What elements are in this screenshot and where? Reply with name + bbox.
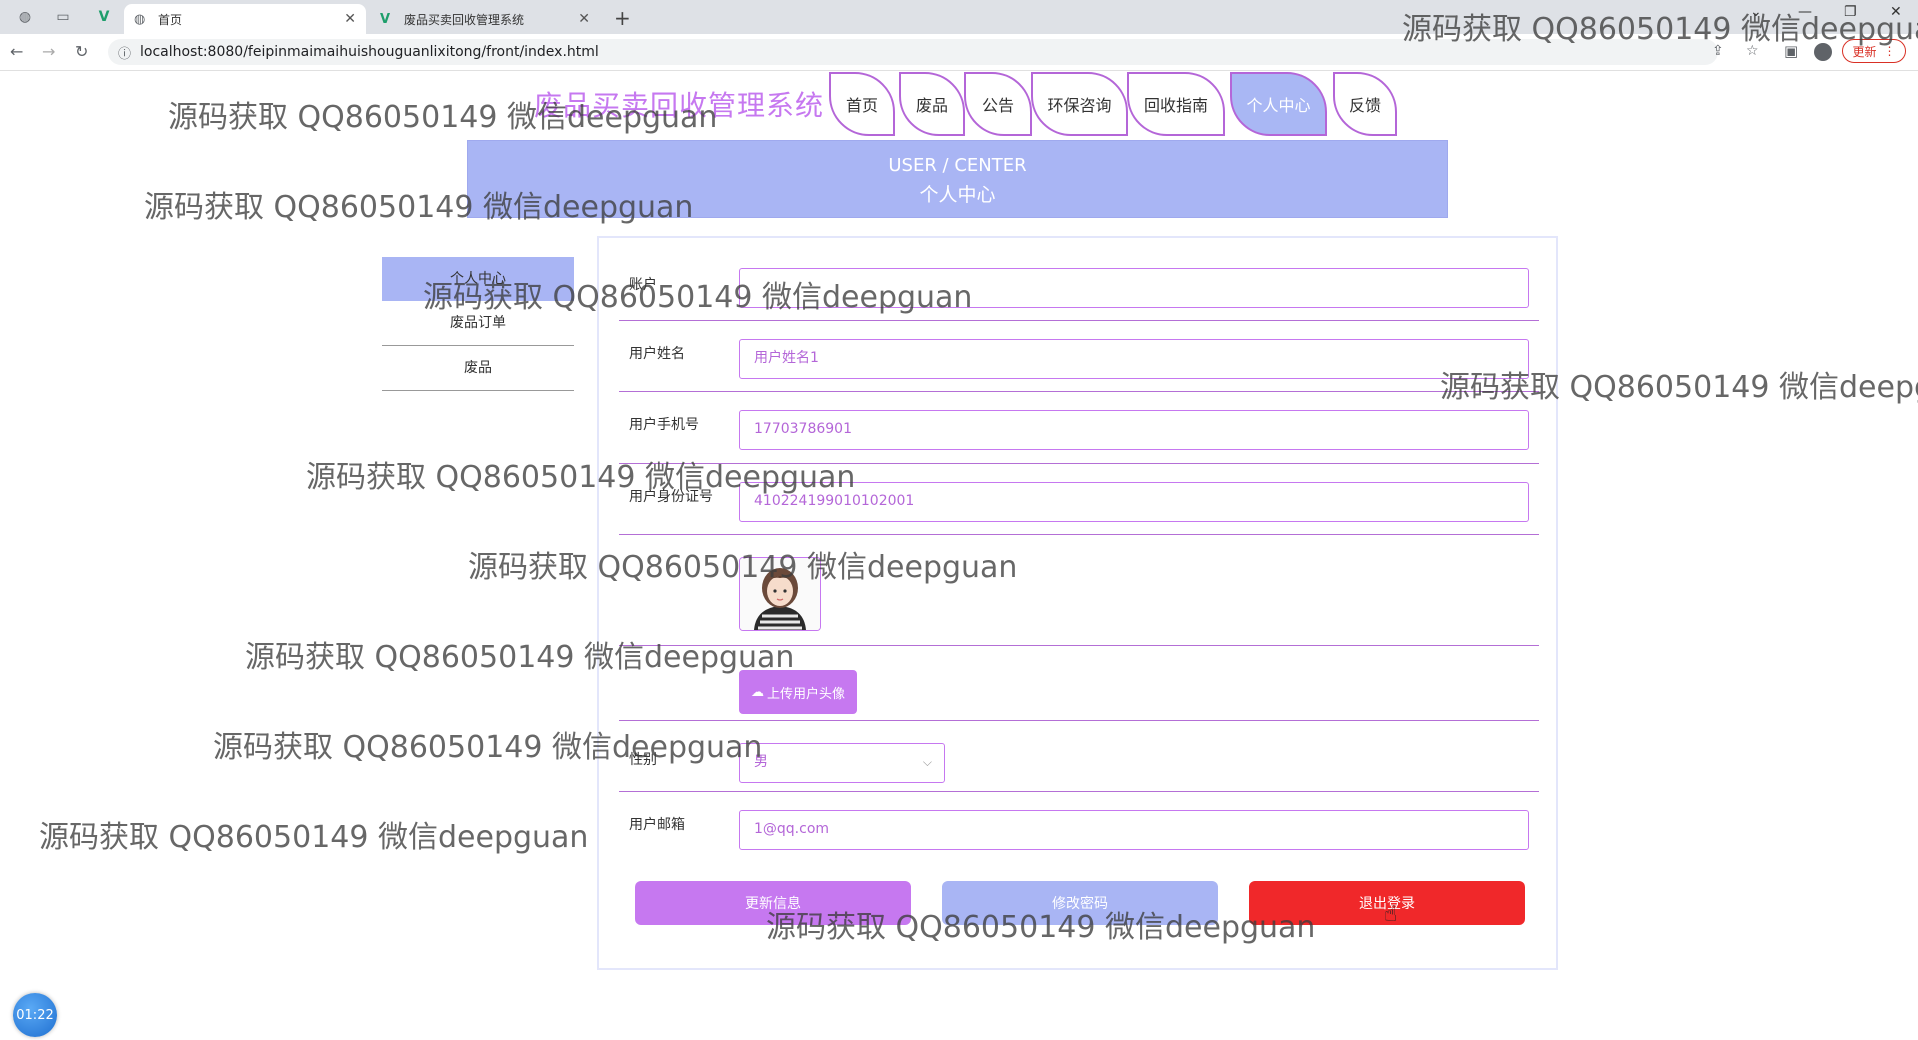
tab-title: 废品买卖回收管理系统	[404, 12, 525, 27]
update-label: 更新	[1852, 44, 1877, 59]
chevron-down-icon: ⌵	[922, 755, 932, 769]
menu-item-waste-orders[interactable]: 废品订单	[382, 301, 574, 346]
star-icon[interactable]: ☆	[1746, 43, 1759, 59]
nav-home[interactable]: 首页	[829, 72, 895, 136]
url-text: localhost:8080/feipinmaimaihuishouguanli…	[140, 44, 599, 60]
browser-update-button[interactable]: 更新 ⋮	[1842, 39, 1906, 63]
site-title: 废品买卖回收管理系统	[534, 89, 825, 122]
nav-feedback[interactable]: 反馈	[1333, 72, 1397, 136]
gender-value: 男	[754, 754, 768, 770]
minimize-button[interactable]: —	[1798, 4, 1812, 20]
form-row-name: 用户姓名 用户姓名1	[619, 321, 1539, 392]
gender-label: 性别	[629, 752, 657, 768]
email-input[interactable]: 1@qq.com	[739, 810, 1529, 850]
close-icon[interactable]: ✕	[344, 11, 356, 27]
form-row-idcard: 用户身份证号 410224199010102001	[619, 464, 1539, 535]
info-icon[interactable]: ⓘ	[118, 43, 131, 62]
window-close-button[interactable]: ✕	[1890, 4, 1902, 20]
nav-eco-consult[interactable]: 环保咨询	[1031, 72, 1128, 136]
mouse-cursor-icon: ☝	[1384, 902, 1398, 927]
side-menu: 个人中心 废品订单 废品	[382, 257, 574, 391]
cloud-upload-icon: ☁	[750, 684, 764, 700]
nav-notice[interactable]: 公告	[964, 72, 1032, 136]
idcard-label: 用户身份证号	[629, 489, 713, 505]
upload-label: 上传用户头像	[766, 686, 845, 702]
sidebar-icon[interactable]: ▣	[1784, 42, 1798, 60]
name-label: 用户姓名	[629, 346, 685, 362]
vue-logo-icon: V	[380, 11, 391, 27]
forward-icon[interactable]: →	[42, 42, 55, 61]
watermark: 源码获取 QQ86050149 微信deepguan	[39, 820, 589, 855]
tab-home[interactable]: ◍ 首页 ✕	[124, 4, 366, 34]
nav-waste[interactable]: 废品	[899, 72, 965, 136]
recording-timer: 01:22	[13, 993, 57, 1037]
url-input[interactable]: ⓘ localhost:8080/feipinmaimaihuishouguan…	[108, 39, 1759, 65]
email-label: 用户邮箱	[629, 817, 685, 833]
profile-avatar[interactable]	[1814, 43, 1832, 61]
form-row-phone: 用户手机号 17703786901	[619, 392, 1539, 464]
account-input[interactable]	[739, 268, 1529, 308]
tab-title: 首页	[158, 12, 183, 27]
menu-item-waste[interactable]: 废品	[382, 346, 574, 391]
back-icon[interactable]: ←	[10, 42, 23, 61]
phone-input[interactable]: 17703786901	[739, 410, 1529, 450]
more-icon[interactable]: ⋮	[1883, 44, 1895, 58]
vue-tab-icon[interactable]: V	[93, 8, 115, 26]
gender-select[interactable]: 男 ⌵	[739, 743, 945, 783]
account-label: 账户	[629, 277, 657, 293]
form-row-gender: 性别 男 ⌵	[619, 721, 1539, 792]
form-row-email: 用户邮箱 1@qq.com	[619, 792, 1539, 862]
banner-chinese: 个人中心	[919, 184, 996, 206]
idcard-input[interactable]: 410224199010102001	[739, 482, 1529, 522]
new-tab-button[interactable]: +	[614, 6, 631, 30]
form-row-account: 账户	[619, 238, 1539, 321]
chevron-down-icon[interactable]: ⌄	[1750, 4, 1762, 20]
browser-tab-strip: ◍ ▭ V ◍ 首页 ✕ V 废品买卖回收管理系统 ✕ + ⌄ — ❐ ✕	[0, 0, 1918, 34]
nav-personal-center[interactable]: 个人中心	[1230, 72, 1327, 136]
blank-tab-icon[interactable]: ▭	[52, 8, 74, 26]
update-info-button[interactable]: 更新信息	[635, 881, 911, 925]
maximize-button[interactable]: ❐	[1844, 4, 1857, 20]
tab-system[interactable]: V 废品买卖回收管理系统 ✕	[370, 4, 600, 34]
user-avatar-image[interactable]	[739, 557, 821, 631]
banner-english: USER / CENTER	[888, 155, 1027, 176]
menu-item-personal-center[interactable]: 个人中心	[382, 257, 574, 301]
address-bar-row: ← → ↻ ⓘ localhost:8080/feipinmaimaihuish…	[0, 34, 1918, 71]
change-password-button[interactable]: 修改密码	[942, 881, 1218, 925]
share-icon[interactable]: ⇪	[1712, 43, 1724, 59]
form-row-avatar	[619, 535, 1539, 646]
nav-recycle-guide[interactable]: 回收指南	[1127, 72, 1225, 136]
upload-avatar-button[interactable]: ☁ 上传用户头像	[739, 670, 857, 714]
form-row-upload: ☁ 上传用户头像	[619, 646, 1539, 721]
reload-icon[interactable]: ↻	[75, 42, 88, 61]
globe-icon: ◍	[134, 11, 146, 27]
profile-form: 账户 用户姓名 用户姓名1 用户手机号 17703786901 用户身份证号 4…	[597, 236, 1558, 970]
phone-label: 用户手机号	[629, 417, 699, 433]
page-banner: USER / CENTER 个人中心	[467, 140, 1448, 218]
close-icon[interactable]: ✕	[578, 11, 590, 27]
globe-icon[interactable]: ◍	[14, 8, 36, 26]
name-input[interactable]: 用户姓名1	[739, 339, 1529, 379]
